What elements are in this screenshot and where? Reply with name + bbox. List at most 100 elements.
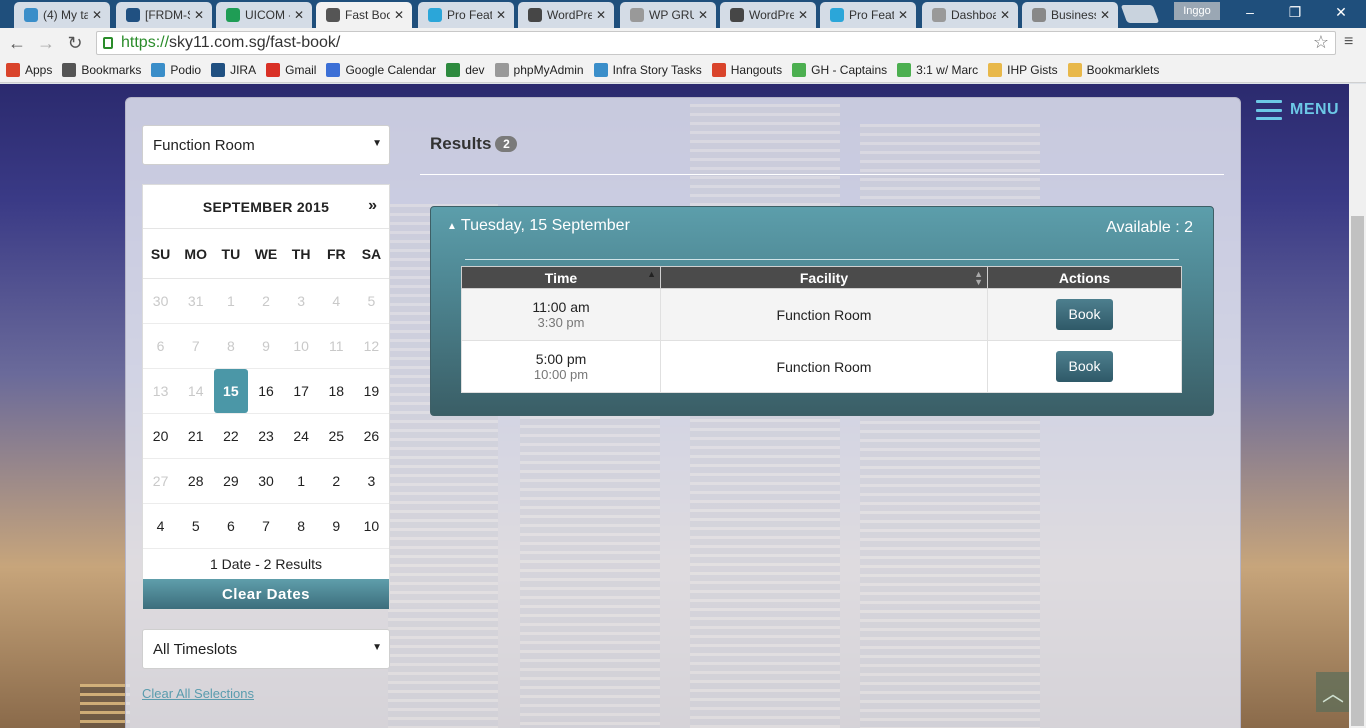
booking-panel: Function Room ▼ SEPTEMBER 2015 » SU MO TU W… [125, 97, 1241, 728]
bookmark-item[interactable]: phpMyAdmin [494, 63, 584, 77]
bookmark-item[interactable]: JIRA [211, 63, 256, 77]
bookmark-item[interactable]: Podio [151, 63, 201, 77]
calendar-day[interactable]: 19 [353, 369, 389, 414]
tab-close-icon[interactable]: ✕ [698, 8, 708, 22]
calendar-day[interactable]: 6 [213, 504, 249, 549]
book-button[interactable]: Book [1056, 299, 1113, 330]
new-tab-button[interactable] [1120, 5, 1160, 23]
bookmark-item[interactable]: Infra Story Tasks [593, 63, 702, 77]
page-scrollbar[interactable] [1349, 84, 1366, 728]
calendar-day[interactable]: 8 [283, 504, 319, 549]
bookmark-item[interactable]: Bookmarklets [1067, 63, 1159, 77]
bookmark-item[interactable]: 3:1 w/ Marc [897, 63, 978, 77]
bookmark-item[interactable]: Gmail [266, 63, 316, 77]
calendar-day[interactable]: 28 [178, 459, 214, 504]
browser-tab[interactable]: UICOM - ✕ [216, 2, 312, 28]
bookmark-item[interactable]: dev [446, 63, 485, 77]
tab-close-icon[interactable]: ✕ [1100, 8, 1110, 22]
calendar-day[interactable]: 10 [353, 504, 389, 549]
bookmark-item[interactable]: Bookmarks [62, 63, 141, 77]
calendar-day[interactable]: 29 [213, 459, 249, 504]
tab-close-icon[interactable]: ✕ [596, 8, 606, 22]
browser-tab[interactable]: WP GRU ✕ [620, 2, 716, 28]
wordpress-icon [528, 8, 542, 22]
tab-close-icon[interactable]: ✕ [496, 8, 506, 22]
book-button[interactable]: Book [1056, 351, 1113, 382]
calendar-day[interactable]: 21 [178, 414, 214, 459]
calendar-day[interactable]: 16 [248, 369, 284, 414]
folder-icon [1067, 63, 1082, 77]
browser-tab[interactable]: Dashboa ✕ [922, 2, 1018, 28]
bookmark-item[interactable]: IHP Gists [988, 63, 1058, 77]
calendar-day-selected[interactable]: 15 [213, 369, 249, 414]
tab-close-icon[interactable]: ✕ [898, 8, 908, 22]
calendar-day[interactable]: 25 [318, 414, 354, 459]
scrollbar-thumb[interactable] [1351, 216, 1364, 726]
time-cell: 11:00 am 3:30 pm [461, 288, 661, 341]
start-time: 11:00 am [532, 299, 590, 315]
calendar-day[interactable]: 18 [318, 369, 354, 414]
calendar-day[interactable]: 23 [248, 414, 284, 459]
clear-all-selections-link[interactable]: Clear All Selections [142, 686, 254, 701]
restore-icon[interactable]: ❐ [1285, 4, 1305, 21]
calendar-day-number: 16 [258, 383, 274, 399]
calendar-day[interactable]: 4 [143, 504, 179, 549]
calendar-day[interactable]: 22 [213, 414, 249, 459]
tab-close-icon[interactable]: ✕ [1000, 8, 1010, 22]
bookmark-item[interactable]: Hangouts [711, 63, 782, 77]
back-to-top-button[interactable]: ︿ [1316, 672, 1350, 712]
site-menu-button[interactable]: MENU [1256, 100, 1339, 120]
browser-tab[interactable]: WordPre ✕ [518, 2, 614, 28]
bookmark-item[interactable]: GH - Captains [792, 63, 887, 77]
profile-button[interactable]: Inggo [1174, 2, 1220, 20]
results-title: Results [430, 134, 492, 153]
tab-close-icon[interactable]: ✕ [798, 8, 808, 22]
browser-tab[interactable]: Pro Featu ✕ [418, 2, 514, 28]
next-month-button[interactable]: » [368, 197, 377, 215]
bookmark-star-icon[interactable]: ☆ [1313, 32, 1329, 53]
calendar-day[interactable]: 26 [353, 414, 389, 459]
calendar-day[interactable]: 20 [143, 414, 179, 459]
browser-tab[interactable]: [FRDM-S ✕ [116, 2, 212, 28]
calendar-day[interactable]: 17 [283, 369, 319, 414]
bookmark-item[interactable]: Apps [6, 63, 52, 77]
evernote-icon [897, 63, 912, 77]
back-icon[interactable]: ← [6, 32, 28, 54]
calendar-day[interactable]: 2 [318, 459, 354, 504]
calendar-day-number: 8 [297, 518, 306, 534]
calendar-day[interactable]: 7 [248, 504, 284, 549]
tab-close-icon[interactable]: ✕ [294, 8, 304, 22]
calendar-day: 6 [143, 324, 179, 369]
calendar-day[interactable]: 9 [318, 504, 354, 549]
bookmark-item[interactable]: Google Calendar [326, 63, 436, 77]
browser-tab[interactable]: (4) My ta ✕ [14, 2, 110, 28]
calendar-day[interactable]: 1 [283, 459, 319, 504]
close-window-icon[interactable]: ✕ [1331, 4, 1351, 21]
column-header-time[interactable]: Time ▲ [461, 266, 661, 289]
browser-tab[interactable]: WordPre ✕ [720, 2, 816, 28]
calendar-day[interactable]: 3 [353, 459, 389, 504]
background-building [80, 684, 130, 728]
browser-tab[interactable]: Fast Boo ✕ [316, 2, 412, 28]
column-header-facility[interactable]: Facility ▲ ▼ [660, 266, 988, 289]
calendar-day[interactable]: 24 [283, 414, 319, 459]
browser-tab[interactable]: Business ✕ [1022, 2, 1118, 28]
tab-close-icon[interactable]: ✕ [92, 8, 102, 22]
calendar-day[interactable]: 5 [178, 504, 214, 549]
calendar-day: 30 [143, 279, 179, 324]
day-toggle[interactable]: ▲ Tuesday, 15 September [447, 217, 630, 235]
tab-close-icon[interactable]: ✕ [194, 8, 204, 22]
dropdown-caret-icon: ▼ [372, 138, 382, 149]
tab-close-icon[interactable]: ✕ [394, 8, 404, 22]
forward-icon[interactable]: → [35, 32, 57, 54]
facility-select[interactable]: Function Room ▼ [142, 125, 390, 165]
address-bar[interactable]: https:// sky11.com.sg/fast-book/ ☆ [96, 31, 1336, 55]
chrome-menu-icon[interactable]: ≡ [1344, 33, 1353, 51]
timeslot-select[interactable]: All Timeslots ▼ [142, 629, 390, 669]
clear-dates-button[interactable]: Clear Dates [143, 579, 389, 609]
minimize-icon[interactable]: – [1240, 4, 1260, 20]
calendar-day[interactable]: 30 [248, 459, 284, 504]
browser-tab[interactable]: Pro Featu ✕ [820, 2, 916, 28]
reload-icon[interactable]: ↻ [64, 32, 86, 54]
calendar-day: 8 [213, 324, 249, 369]
